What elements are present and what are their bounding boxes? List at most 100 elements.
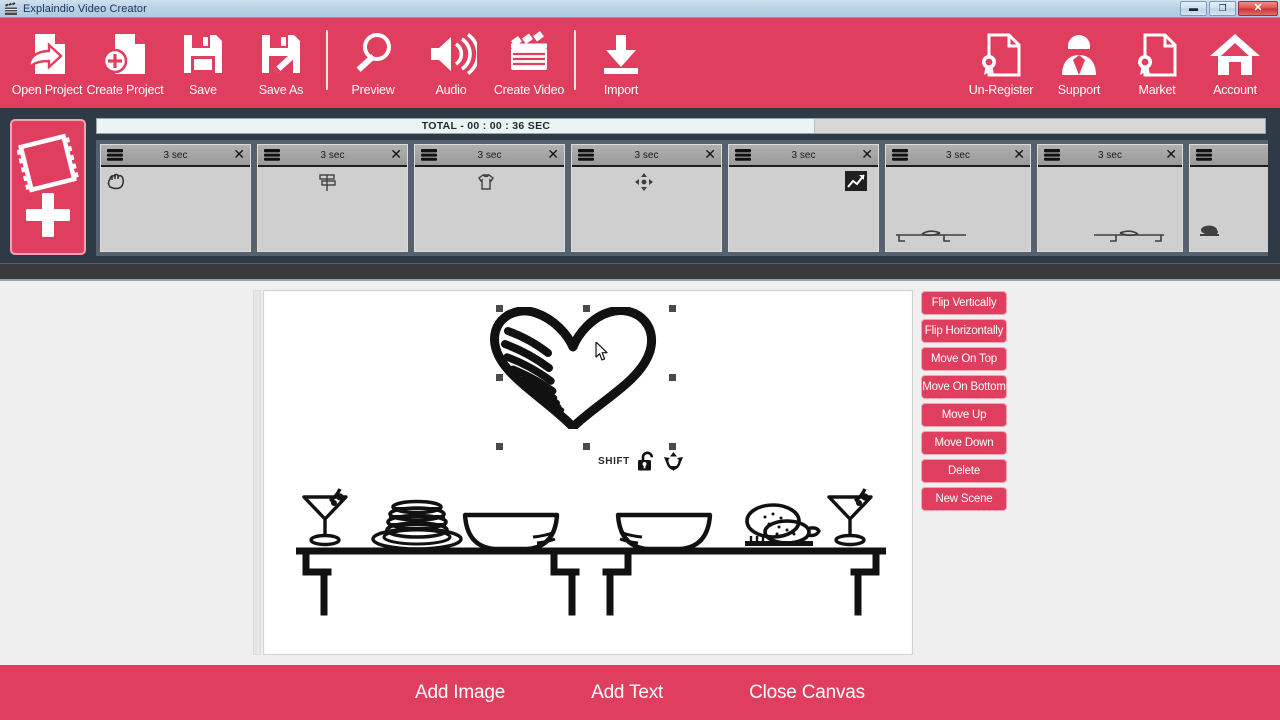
scene-close-button[interactable]: ✕ [704,148,716,162]
selection-handle-s[interactable] [583,443,590,450]
shirt-sketch-thumb [477,172,495,192]
scene-header: 3 sec ✕ [101,145,250,167]
import-download-icon [596,26,646,82]
scene-close-button[interactable]: ✕ [1013,148,1025,162]
support-button[interactable]: Support [1040,18,1118,111]
market-label: Market [1138,83,1176,97]
close-icon: ✕ [1253,2,1263,14]
move-on-bottom-button[interactable]: Move On Bottom [921,375,1007,399]
canvas-scrollbar[interactable] [253,290,261,655]
add-text-button[interactable]: Add Text [591,682,663,704]
table-row[interactable]: 3 sec ✕ [414,144,565,252]
scene-close-button[interactable]: ✕ [390,148,402,162]
save-as-button[interactable]: Save As [242,18,320,111]
create-project-label: Create Project [86,83,164,97]
maximize-button[interactable]: ❐ [1209,1,1236,16]
martini-glass-right[interactable] [821,485,883,547]
scene-header: 3 sec ✕ [415,145,564,167]
selection-handle-e[interactable] [669,374,676,381]
selection-handle-ne[interactable] [669,305,676,312]
create-project-button[interactable]: Create Project [86,18,164,111]
save-as-icon [256,26,306,82]
add-scene-button[interactable] [10,119,86,255]
scene-duration: 3 sec [1098,149,1122,161]
selection-handle-se[interactable] [669,443,676,450]
move-on-top-button[interactable]: Move On Top [921,347,1007,371]
table-row[interactable]: 3 sec ✕ [257,144,408,252]
arrows-sketch-thumb [634,172,654,192]
scene-strip[interactable]: 3 sec ✕ 3 sec ✕ 3 sec ✕ 3 sec ✕ 3 sec ✕ … [96,140,1268,256]
flip-vertically-button[interactable]: Flip Vertically [921,291,1007,315]
market-button[interactable]: Market [1118,18,1196,111]
panel-divider [0,263,1280,281]
object-actions-panel: Flip Vertically Flip Horizontally Move O… [921,291,1007,511]
rotate-arrows-icon[interactable] [663,451,684,471]
bottom-action-bar: Add Image Add Text Close Canvas [0,665,1280,720]
hand-sketch-thumb [105,171,127,191]
scene-close-button[interactable]: ✕ [547,148,559,162]
preview-button[interactable]: Preview [334,18,412,111]
un-register-button[interactable]: Un-Register [962,18,1040,111]
audio-button[interactable]: Audio [412,18,490,111]
open-project-label: Open Project [11,83,83,97]
open-project-icon [21,26,73,82]
toolbar-divider-1 [326,30,328,90]
close-canvas-button[interactable]: Close Canvas [749,682,865,704]
selection-handle-n[interactable] [583,305,590,312]
magnifier-preview-icon [348,26,398,82]
account-button[interactable]: Account [1196,18,1274,111]
scene-thumbnail [729,167,878,251]
flip-horizontally-button[interactable]: Flip Horizontally [921,319,1007,343]
save-label: Save [189,83,217,97]
table-bowl-sketch-thumb [894,217,974,245]
audio-label: Audio [435,83,467,97]
selection-handle-w[interactable] [496,374,503,381]
table-row[interactable]: 3 sec ✕ [100,144,251,252]
scene-header [1190,145,1268,167]
new-scene-button[interactable]: New Scene [921,487,1007,511]
move-down-button[interactable]: Move Down [921,431,1007,455]
toolbar-left-group: Open Project Create Project Save Save As… [8,18,660,111]
bowl-right[interactable] [614,509,714,553]
scene-close-button[interactable]: ✕ [233,148,245,162]
scene-header: 3 sec ✕ [1038,145,1182,167]
open-project-button[interactable]: Open Project [8,18,86,111]
create-video-label: Create Video [493,83,565,97]
scene-close-button[interactable]: ✕ [1165,148,1177,162]
scene-close-button[interactable]: ✕ [861,148,873,162]
move-up-button[interactable]: Move Up [921,403,1007,427]
table-row[interactable]: 3 sec ✕ [885,144,1031,252]
create-project-icon [99,26,151,82]
heart-sketch[interactable] [486,307,661,429]
close-button[interactable]: ✕ [1238,1,1278,16]
selection-handle-nw[interactable] [496,305,503,312]
selection-handle-sw[interactable] [496,443,503,450]
editing-canvas[interactable]: SHIFT [263,290,913,655]
import-label: Import [603,83,639,97]
roast-turkey-board[interactable] [731,499,827,551]
save-button[interactable]: Save [164,18,242,111]
clapperboard-icon [4,1,18,16]
table-row[interactable]: 3 sec ✕ [1037,144,1183,252]
scene-duration: 3 sec [163,149,188,161]
minimize-button[interactable]: ▬ [1180,1,1207,16]
table-row[interactable]: 3 sec ✕ [571,144,722,252]
home-account-icon [1208,26,1262,82]
table-bowl-sketch-mirror-thumb [1086,217,1166,245]
create-video-button[interactable]: Create Video [490,18,568,111]
scene-duration: 3 sec [791,149,816,161]
window-controls: ▬ ❐ ✕ [1180,1,1278,16]
table-row[interactable] [1189,144,1268,252]
delete-button[interactable]: Delete [921,459,1007,483]
app-root: Explaindio Video Creator ▬ ❐ ✕ Open Proj… [0,0,1280,720]
pancake-stack-plate[interactable] [369,496,465,550]
import-button[interactable]: Import [582,18,660,111]
padlock-open-icon[interactable] [637,451,656,471]
chart-image-icon-thumb [845,171,867,191]
add-image-button[interactable]: Add Image [415,682,505,704]
table-row[interactable]: 3 sec ✕ [728,144,879,252]
certificate-market-icon [1132,26,1182,82]
scene-thumbnail [258,167,407,251]
bowl-left[interactable] [461,509,561,553]
martini-glass-left[interactable] [296,485,358,547]
